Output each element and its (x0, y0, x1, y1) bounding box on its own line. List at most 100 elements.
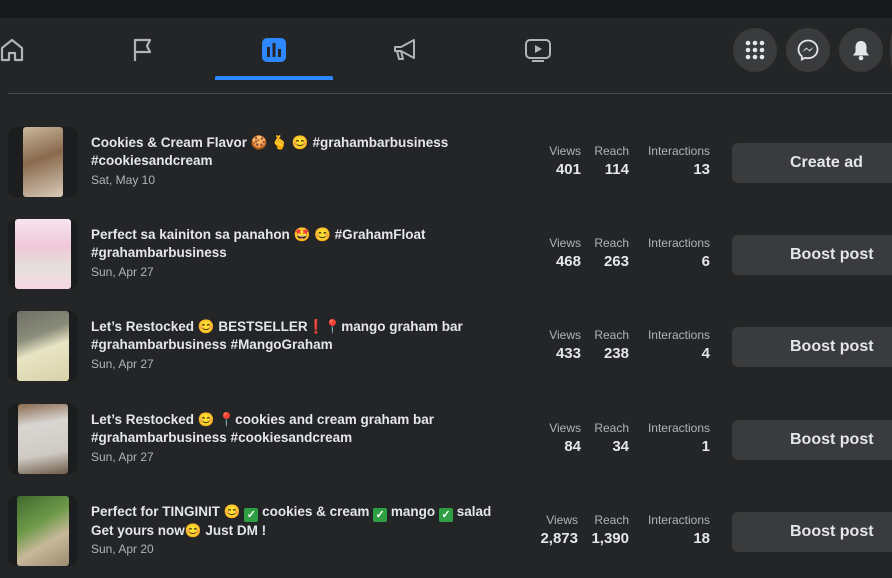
interactions-value: 6 (701, 253, 710, 270)
interactions-label: Interactions (647, 328, 710, 342)
check-mark-icon: ✓ (438, 508, 453, 522)
post-title-line: #grahambarbusiness (91, 245, 227, 260)
post-thumbnail[interactable] (8, 496, 78, 566)
reach-label: Reach (594, 421, 629, 435)
post-row[interactable]: Perfect sa kainiton sa panahon 🤩 😊 #Grah… (0, 219, 892, 293)
boost-post-button[interactable]: Boost post (732, 420, 892, 460)
create-ad-button[interactable]: Create ad (732, 143, 892, 183)
post-row[interactable]: Cookies & Cream Flavor 🍪 🫰 😊 #grahambarb… (0, 127, 892, 201)
reach-value: 114 (604, 161, 629, 178)
tab-home[interactable] (0, 18, 30, 81)
reach-value: 263 (603, 253, 629, 270)
title-text: mango (390, 504, 439, 519)
post-thumbnail[interactable] (8, 404, 78, 474)
post-date: Sun, Apr 27 (91, 450, 154, 464)
top-navigation (0, 18, 892, 81)
post-title[interactable]: Let’s Restocked 😊 📍cookies and cream gra… (91, 411, 511, 447)
post-thumbnail[interactable] (8, 127, 78, 197)
messenger-button[interactable] (786, 28, 830, 72)
interactions-stat: Interactions 13 (648, 143, 710, 181)
post-title-line: Perfect sa kainiton sa panahon 🤩 😊 #Grah… (91, 227, 426, 242)
post-title-line: Let’s Restocked 😊 BESTSELLER❗📍mango grah… (91, 319, 463, 334)
reach-label: Reach (594, 144, 629, 158)
post-thumbnail[interactable] (8, 311, 78, 381)
post-row[interactable]: Let’s Restocked 😊 BESTSELLER❗📍mango grah… (0, 311, 892, 385)
post-thumbnail[interactable] (8, 219, 78, 289)
views-stat: Views 401 (549, 143, 581, 181)
post-title-line: Cookies & Cream Flavor 🍪 🫰 😊 #grahambarb… (91, 135, 449, 150)
interactions-stat: Interactions 4 (648, 327, 710, 365)
post-image (17, 311, 69, 381)
post-date: Sat, May 10 (91, 173, 156, 187)
tab-ads[interactable] (368, 18, 443, 81)
post-title-line: #cookiesandcream (91, 153, 213, 168)
views-label: Views (549, 328, 581, 342)
post-title[interactable]: Perfect for TINGINIT 😊 ✓ cookies & cream… (91, 503, 511, 540)
flag-icon (133, 38, 151, 61)
check-mark-icon: ✓ (244, 508, 259, 522)
views-label: Views (549, 421, 581, 435)
views-value: 468 (555, 253, 581, 270)
reach-value: 34 (612, 438, 629, 455)
reach-stat: Reach 238 (594, 327, 629, 365)
title-text: cookies & cream (262, 504, 374, 519)
views-stat: Views 468 (549, 235, 581, 273)
interactions-label: Interactions (647, 144, 710, 158)
home-icon (0, 38, 24, 61)
views-value: 84 (564, 438, 581, 455)
views-value: 2,873 (540, 530, 578, 547)
views-stat: Views 2,873 (540, 512, 578, 550)
title-text: salad (456, 504, 492, 519)
post-title-line: #grahambarbusiness #MangoGraham (91, 337, 333, 352)
interactions-value: 1 (701, 438, 710, 455)
interactions-stat: Interactions 6 (648, 235, 710, 273)
post-date: Sun, Apr 20 (91, 542, 154, 556)
interactions-stat: Interactions 1 (648, 420, 710, 458)
views-value: 433 (555, 345, 581, 362)
post-title[interactable]: Let’s Restocked 😊 BESTSELLER❗📍mango grah… (91, 318, 511, 354)
tab-watch[interactable] (500, 18, 575, 81)
title-text: Perfect for TINGINIT 😊 (91, 504, 245, 519)
views-stat: Views 84 (549, 420, 581, 458)
megaphone-icon (393, 38, 415, 60)
post-image (18, 404, 68, 474)
interactions-value: 18 (693, 530, 710, 547)
post-row[interactable]: Perfect for TINGINIT 😊 ✓ cookies & cream… (0, 496, 892, 570)
post-image (17, 496, 69, 566)
post-title-line: Perfect for TINGINIT 😊 ✓ cookies & cream… (91, 503, 511, 522)
views-label: Views (549, 144, 581, 158)
post-date: Sun, Apr 27 (91, 357, 154, 371)
boost-post-button[interactable]: Boost post (732, 235, 892, 275)
post-title-line: Let’s Restocked 😊 📍cookies and cream gra… (91, 412, 434, 427)
post-title-line: Get yours now😊 Just DM ! (91, 523, 267, 538)
notifications-button[interactable] (839, 28, 883, 72)
post-image (23, 127, 63, 197)
check-mark-icon: ✓ (373, 508, 388, 522)
post-row[interactable]: Let’s Restocked 😊 📍cookies and cream gra… (0, 404, 892, 478)
interactions-label: Interactions (647, 513, 710, 527)
boost-post-button[interactable]: Boost post (732, 327, 892, 367)
reach-label: Reach (594, 236, 629, 250)
insights-icon (262, 37, 286, 62)
views-label: Views (546, 513, 578, 527)
tab-insights[interactable] (215, 18, 333, 81)
reach-value: 1,390 (591, 530, 629, 547)
post-title[interactable]: Perfect sa kainiton sa panahon 🤩 😊 #Grah… (91, 226, 511, 262)
reach-label: Reach (594, 328, 629, 342)
reach-stat: Reach 263 (594, 235, 629, 273)
post-image (15, 219, 71, 289)
boost-post-button[interactable]: Boost post (732, 512, 892, 552)
reach-stat: Reach 34 (594, 420, 629, 458)
views-label: Views (549, 236, 581, 250)
video-icon (524, 38, 551, 62)
reach-value: 238 (603, 345, 629, 362)
interactions-label: Interactions (647, 236, 710, 250)
tab-pages[interactable] (105, 18, 180, 81)
interactions-label: Interactions (647, 421, 710, 435)
notifications-icon (853, 41, 869, 61)
section-divider (8, 93, 892, 94)
views-value: 401 (555, 161, 581, 178)
post-title[interactable]: Cookies & Cream Flavor 🍪 🫰 😊 #grahambarb… (91, 134, 511, 170)
menu-button[interactable] (733, 28, 777, 72)
menu-grid-icon (745, 40, 765, 60)
